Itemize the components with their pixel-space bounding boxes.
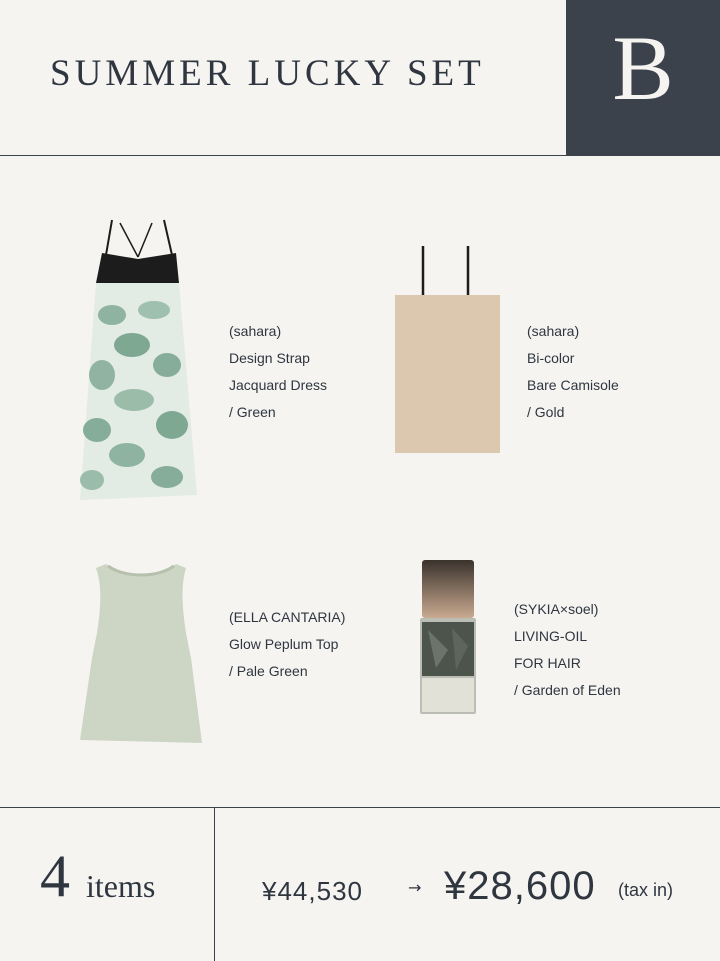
footer-divider [214, 808, 215, 961]
product-color: / Garden of Eden [514, 682, 621, 698]
product-caption-peplum-top: (ELLA CANTARIA) Glow Peplum Top / Pale G… [229, 604, 345, 685]
product-color: / Green [229, 404, 276, 420]
footer: 4 items ¥44,530 → ¥28,600 (tax in) [0, 807, 720, 961]
hair-oil-bottle-image [420, 560, 476, 714]
arrow-right-icon: → [408, 878, 422, 897]
item-count: 4 [40, 843, 70, 909]
page-title: SUMMER LUCKY SET [50, 53, 485, 94]
product-name: Glow Peplum Top [229, 636, 339, 652]
product-brand: (SYKIA×soel) [514, 601, 599, 617]
product-name: LIVING-OIL [514, 628, 588, 644]
product-color: / Gold [527, 404, 565, 420]
peplum-top-image [80, 564, 202, 743]
product-color: / Pale Green [229, 663, 308, 679]
header: SUMMER LUCKY SET B [0, 0, 720, 156]
tax-note: (tax in) [618, 880, 674, 900]
product-caption-dress: (sahara) Design Strap Jacquard Dress / G… [229, 318, 327, 426]
set-letter-badge: B [566, 0, 720, 155]
product-name: Bi-color [527, 350, 575, 366]
dress-image [80, 219, 197, 500]
product-brand: (sahara) [229, 323, 282, 339]
product-caption-camisole: (sahara) Bi-color Bare Camisole / Gold [527, 318, 619, 426]
camisole-image [395, 246, 500, 453]
product-name: Bare Camisole [527, 377, 619, 393]
product-caption-hair-oil: (SYKIA×soel) LIVING-OIL FOR HAIR / Garde… [514, 596, 621, 704]
item-count-label: items [86, 868, 156, 904]
product-name: Jacquard Dress [229, 377, 328, 393]
product-brand: (sahara) [527, 323, 580, 339]
set-letter: B [612, 17, 674, 119]
product-name: Design Strap [229, 350, 310, 366]
original-price: ¥44,530 [262, 876, 363, 906]
sale-price: ¥28,600 [444, 864, 596, 908]
product-brand: (ELLA CANTARIA) [229, 609, 346, 625]
product-name: FOR HAIR [514, 655, 581, 671]
